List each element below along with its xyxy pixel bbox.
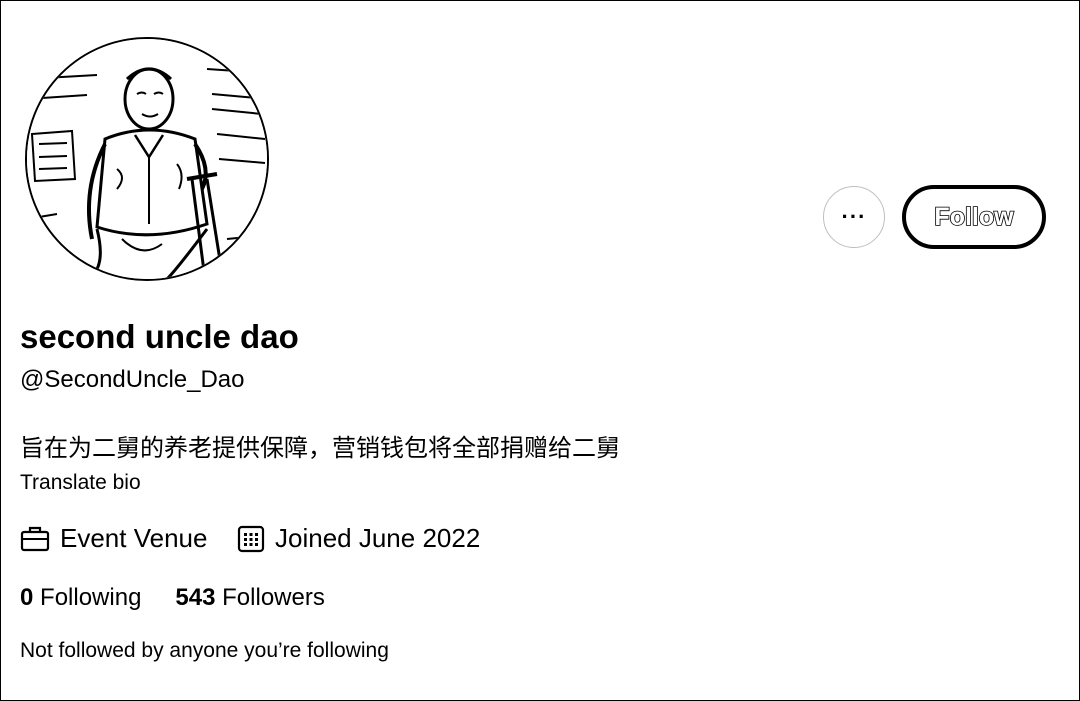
following-link[interactable]: 0 Following bbox=[20, 584, 141, 612]
following-count: 0 bbox=[20, 584, 34, 611]
profile-photo bbox=[27, 39, 267, 279]
briefcase-icon bbox=[20, 526, 50, 551]
more-icon: ··· bbox=[841, 204, 867, 229]
follow-button[interactable]: Follow bbox=[902, 185, 1046, 249]
followers-you-know-note: Not followed by anyone you’re following bbox=[20, 639, 389, 662]
avatar[interactable] bbox=[25, 37, 269, 281]
category-label: Event Venue bbox=[60, 523, 208, 553]
joined-label: Joined June 2022 bbox=[275, 523, 481, 553]
follow-stats: 0 Following 543 Followers bbox=[20, 584, 325, 612]
calendar-icon bbox=[237, 525, 265, 552]
follow-button-label: Follow bbox=[934, 202, 1015, 232]
followers-count: 543 bbox=[175, 584, 216, 611]
translate-bio-link[interactable]: Translate bio bbox=[20, 471, 141, 495]
followers-label: Followers bbox=[222, 584, 325, 611]
following-label: Following bbox=[40, 584, 142, 611]
joined-date: Joined June 2022 bbox=[237, 523, 480, 554]
bio-text: 旨在为二舅的养老提供保障，营销钱包将全部捐赠给二舅 bbox=[20, 434, 620, 462]
more-options-button[interactable]: ··· bbox=[823, 186, 885, 248]
profile-category: Event Venue bbox=[20, 523, 207, 554]
followers-link[interactable]: 543 Followers bbox=[175, 584, 324, 612]
display-name: second uncle dao bbox=[20, 318, 299, 355]
user-handle: @SecondUncle_Dao bbox=[20, 366, 245, 393]
